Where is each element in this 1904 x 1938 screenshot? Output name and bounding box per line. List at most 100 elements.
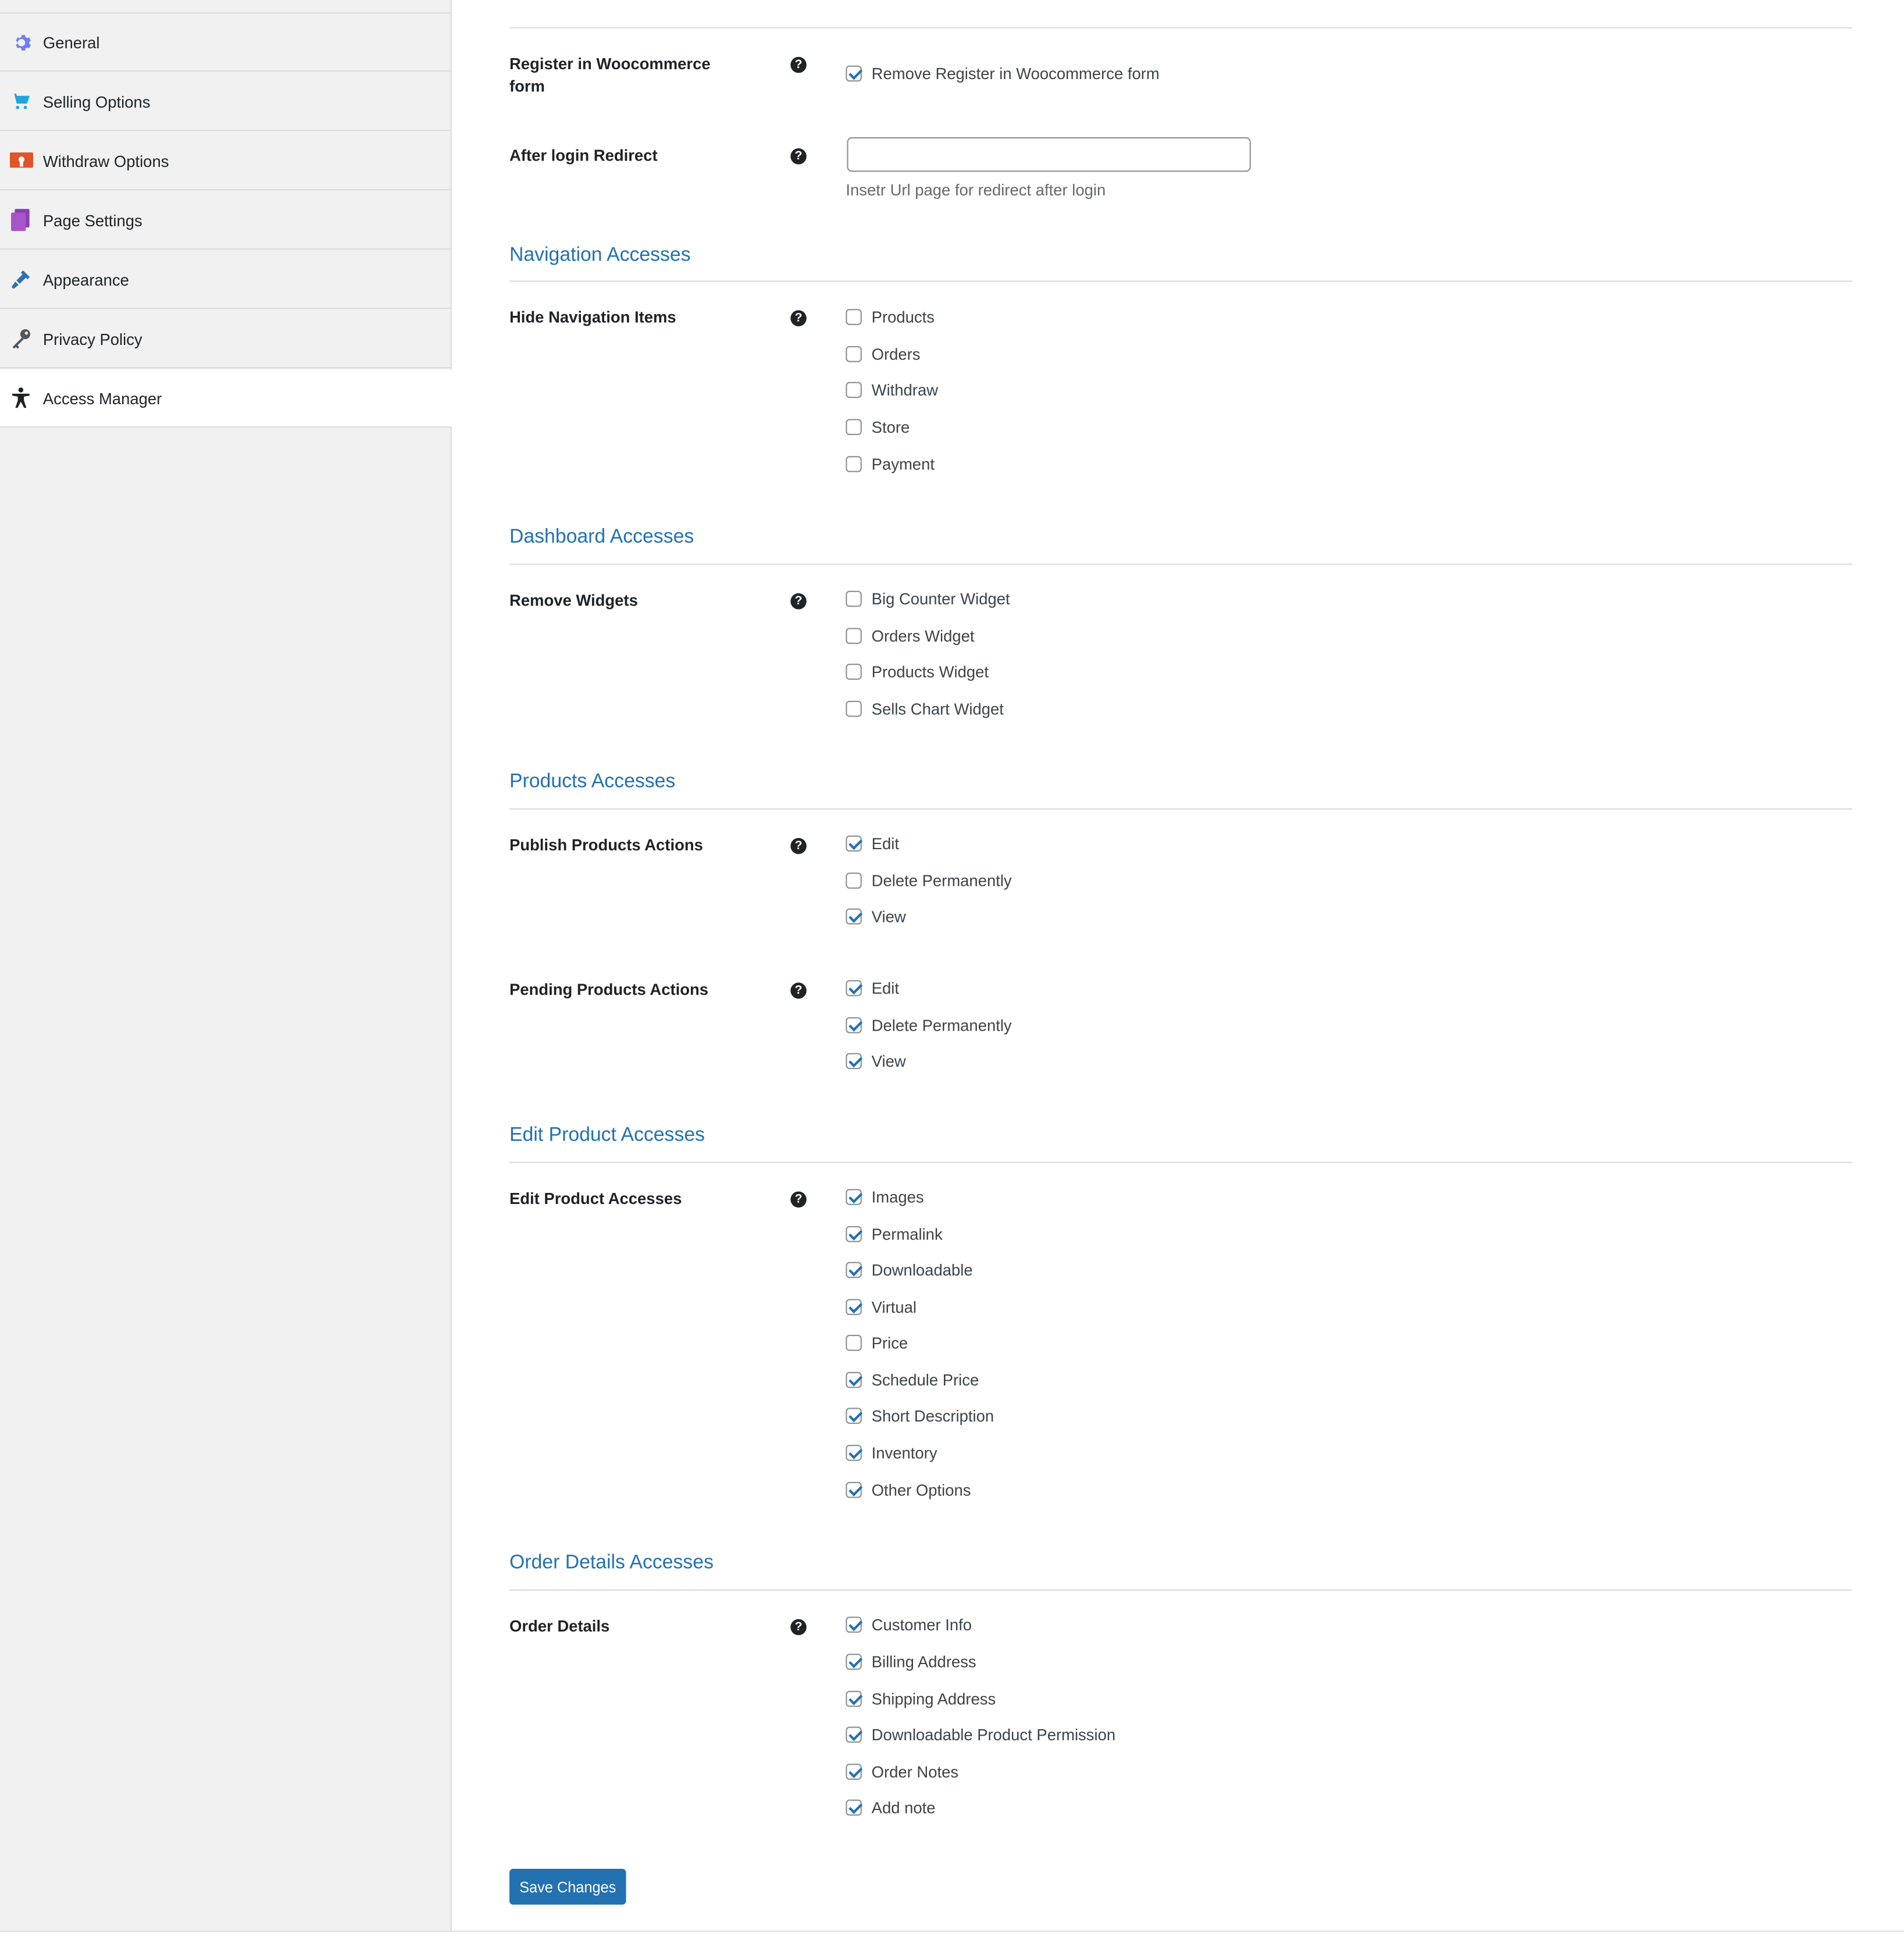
checkbox-box[interactable] — [846, 1798, 862, 1815]
checkbox-label: Price — [871, 1333, 908, 1352]
checkbox-box[interactable] — [846, 872, 862, 888]
sidebar-item-withdraw-options[interactable]: Withdraw Options — [0, 132, 451, 191]
checkbox-box[interactable] — [846, 1653, 862, 1669]
checkbox-label: Big Counter Widget — [871, 589, 1010, 608]
publish-edit-checkbox[interactable]: Edit — [846, 832, 899, 854]
edit-downloadable-checkbox[interactable]: Downloadable — [846, 1258, 973, 1280]
publish-delete-permanently-checkbox[interactable]: Delete Permanently — [846, 869, 1012, 891]
edit-images-checkbox[interactable]: Images — [846, 1185, 924, 1207]
checkbox-label: Virtual — [871, 1297, 917, 1316]
section-divider — [509, 27, 1853, 28]
checkbox-box[interactable] — [846, 1188, 862, 1205]
pending-view-checkbox[interactable]: View — [846, 1049, 906, 1071]
checkbox-box[interactable] — [846, 1481, 862, 1498]
help-icon[interactable]: ? — [790, 838, 807, 854]
nav-payment-checkbox[interactable]: Payment — [846, 453, 935, 475]
sidebar-item-general[interactable]: General — [0, 13, 451, 72]
settings-sidebar: General Selling Options Withdraw Options… — [0, 0, 452, 1932]
edit-product-accesses-title: Edit Product Accesses — [509, 1124, 705, 1146]
order-billing-address-checkbox[interactable]: Billing Address — [846, 1650, 976, 1672]
checkbox-box[interactable] — [846, 1763, 862, 1779]
help-icon[interactable]: ? — [790, 593, 807, 610]
edit-price-checkbox[interactable]: Price — [846, 1331, 908, 1353]
widget-orders-checkbox[interactable]: Orders Widget — [846, 624, 975, 646]
withdraw-icon — [9, 148, 33, 173]
checkbox-box[interactable] — [846, 418, 862, 434]
nav-products-checkbox[interactable]: Products — [846, 305, 935, 327]
checkbox-box[interactable] — [846, 1016, 862, 1033]
key-icon — [9, 326, 33, 351]
checkbox-box[interactable] — [846, 979, 862, 996]
checkbox-box[interactable] — [846, 1444, 862, 1460]
checkbox-box[interactable] — [846, 700, 862, 717]
publish-view-checkbox[interactable]: View — [846, 905, 906, 927]
pending-edit-checkbox[interactable]: Edit — [846, 977, 899, 999]
sidebar-item-appearance[interactable]: Appearance — [0, 251, 451, 309]
sidebar-item-privacy-policy[interactable]: Privacy Policy — [0, 310, 451, 369]
sidebar-item-label: Privacy Policy — [42, 329, 142, 348]
edit-product-accesses-label: Edit Product Accesses — [509, 1189, 682, 1208]
save-changes-button[interactable]: Save Changes — [509, 1869, 626, 1905]
help-icon[interactable]: ? — [790, 148, 807, 165]
order-add-note-checkbox[interactable]: Add note — [846, 1796, 936, 1818]
checkbox-box[interactable] — [846, 65, 862, 81]
remove-register-checkbox[interactable]: Remove Register in Woocommerce form — [846, 62, 1160, 84]
edit-permalink-checkbox[interactable]: Permalink — [846, 1223, 943, 1245]
widget-big-counter-checkbox[interactable]: Big Counter Widget — [846, 587, 1010, 609]
checkbox-box[interactable] — [846, 907, 862, 924]
checkbox-box[interactable] — [846, 1690, 862, 1707]
checkbox-box[interactable] — [846, 1616, 862, 1633]
checkbox-label: Remove Register in Woocommerce form — [871, 63, 1160, 83]
help-icon[interactable]: ? — [790, 1191, 807, 1208]
sidebar-item-selling-options[interactable]: Selling Options — [0, 73, 451, 131]
nav-store-checkbox[interactable]: Store — [846, 415, 910, 437]
widget-sells-chart-checkbox[interactable]: Sells Chart Widget — [846, 697, 1004, 719]
checkbox-box[interactable] — [846, 1726, 862, 1743]
sidebar-item-access-manager[interactable]: Access Manager — [0, 369, 452, 428]
order-notes-checkbox[interactable]: Order Notes — [846, 1760, 958, 1782]
after-login-redirect-input[interactable] — [847, 137, 1251, 172]
cart-icon — [9, 89, 33, 114]
checkbox-box[interactable] — [846, 1261, 862, 1278]
order-shipping-address-checkbox[interactable]: Shipping Address — [846, 1687, 996, 1709]
checkbox-box[interactable] — [846, 381, 862, 398]
checkbox-box[interactable] — [846, 455, 862, 472]
checkbox-box[interactable] — [846, 1371, 862, 1388]
help-icon[interactable]: ? — [790, 1619, 807, 1636]
edit-short-description-checkbox[interactable]: Short Description — [846, 1404, 994, 1426]
checkbox-box[interactable] — [846, 1334, 862, 1351]
checkbox-box[interactable] — [846, 345, 862, 362]
edit-schedule-price-checkbox[interactable]: Schedule Price — [846, 1368, 979, 1390]
remove-widgets-label: Remove Widgets — [509, 590, 638, 610]
sidebar-item-page-settings[interactable]: Page Settings — [0, 191, 451, 250]
nav-withdraw-checkbox[interactable]: Withdraw — [846, 378, 938, 400]
checkbox-box[interactable] — [846, 1407, 862, 1423]
checkbox-box[interactable] — [846, 627, 862, 644]
order-customer-info-checkbox[interactable]: Customer Info — [846, 1613, 972, 1635]
checkbox-box[interactable] — [846, 590, 862, 607]
checkbox-label: Orders — [871, 344, 921, 363]
checkbox-box[interactable] — [846, 1298, 862, 1314]
pending-delete-permanently-checkbox[interactable]: Delete Permanently — [846, 1014, 1012, 1036]
order-details-accesses-title: Order Details Accesses — [509, 1552, 714, 1574]
nav-orders-checkbox[interactable]: Orders — [846, 343, 921, 365]
hide-navigation-items-label: Hide Navigation Items — [509, 308, 676, 326]
help-icon[interactable]: ? — [790, 982, 807, 999]
checkbox-label: Delete Permanently — [871, 871, 1012, 889]
checkbox-box[interactable] — [846, 835, 862, 852]
checkbox-box[interactable] — [846, 308, 862, 325]
edit-inventory-checkbox[interactable]: Inventory — [846, 1441, 937, 1463]
edit-virtual-checkbox[interactable]: Virtual — [846, 1295, 917, 1317]
checkbox-box[interactable] — [846, 1225, 862, 1242]
help-icon[interactable]: ? — [790, 310, 807, 326]
section-divider — [509, 280, 1853, 282]
checkbox-label: Billing Address — [871, 1652, 976, 1670]
edit-other-options-checkbox[interactable]: Other Options — [846, 1479, 971, 1501]
checkbox-label: Payment — [871, 454, 935, 473]
order-downloadable-permission-checkbox[interactable]: Downloadable Product Permission — [846, 1723, 1115, 1745]
checkbox-box[interactable] — [846, 663, 862, 679]
checkbox-label: Withdraw — [871, 380, 939, 399]
widget-products-checkbox[interactable]: Products Widget — [846, 660, 989, 682]
checkbox-box[interactable] — [846, 1052, 862, 1069]
help-icon[interactable]: ? — [790, 56, 807, 73]
